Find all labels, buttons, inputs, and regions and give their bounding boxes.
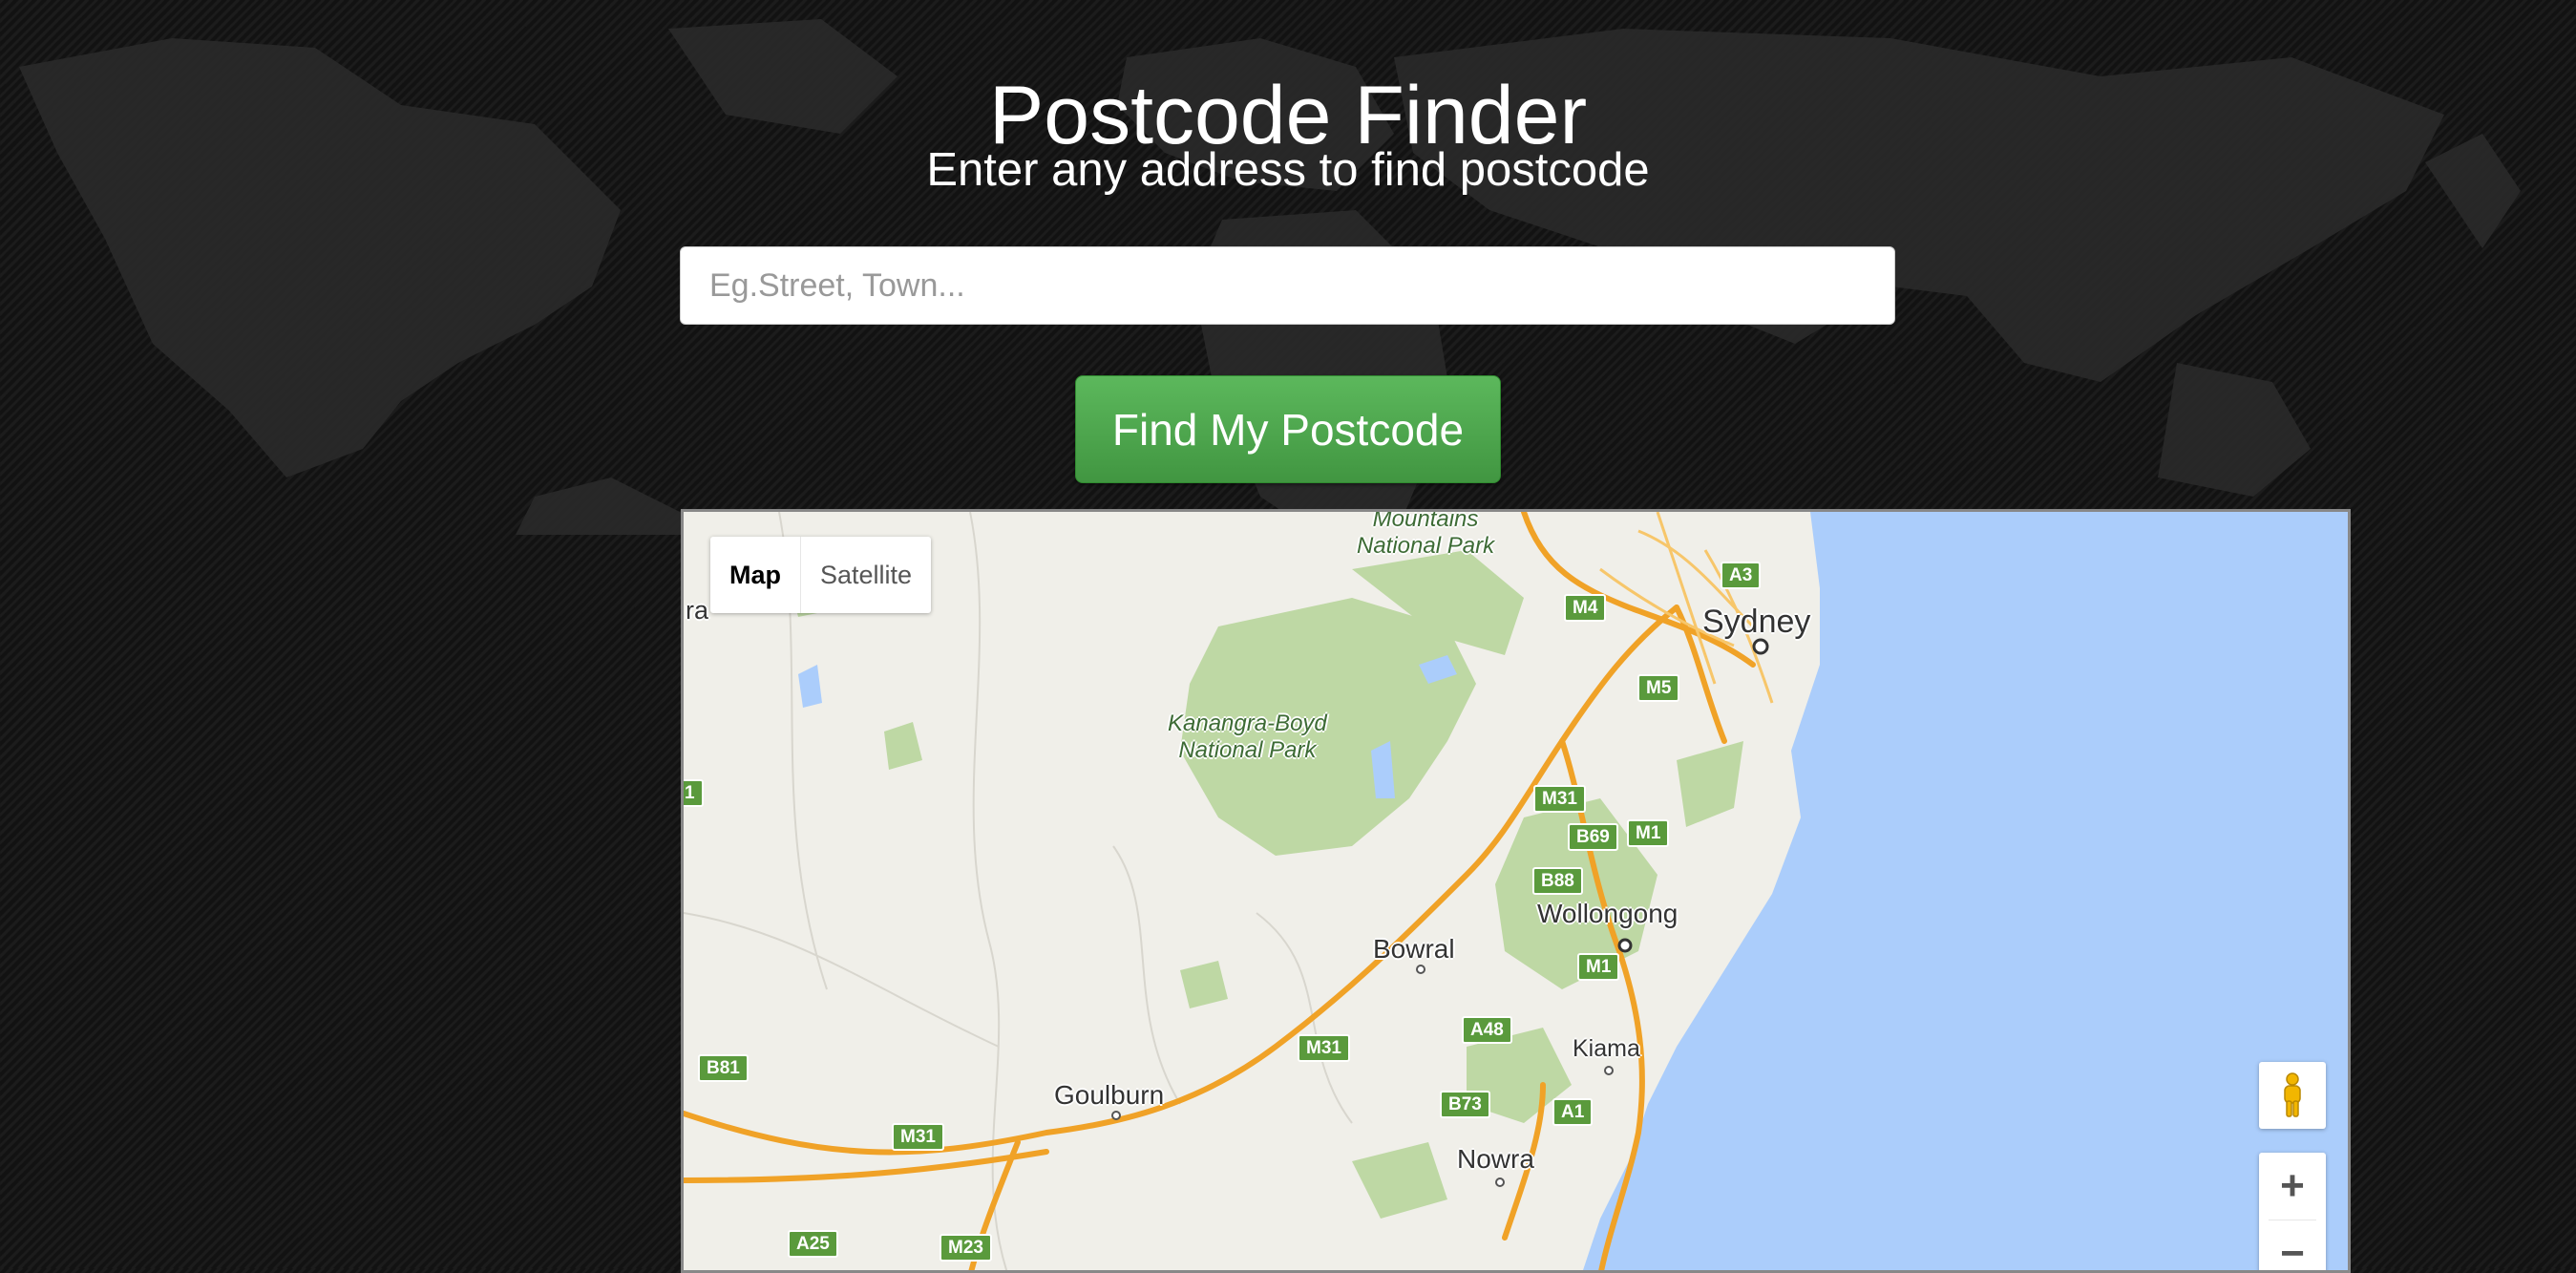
route-shield: M4 [1564,594,1607,622]
map-label-park: Kanangra-Boyd National Park [1168,711,1327,763]
route-shield: B88 [1532,867,1583,895]
route-shield: A3 [1721,562,1762,589]
map-label-city: Bowral [1373,934,1455,964]
route-shield: M1 [1577,953,1620,981]
address-search-input[interactable] [680,246,1895,325]
map-view[interactable]: Sydney Wollongong Bowral Kiama Goulburn … [681,509,2351,1273]
route-shield: B73 [1440,1091,1490,1118]
route-shield: A48 [1462,1016,1512,1044]
zoom-control: + − [2259,1153,2326,1273]
zoom-out-button[interactable]: − [2259,1220,2326,1273]
page-subtitle: Enter any address to find postcode [926,144,1650,196]
route-shield: B81 [698,1054,749,1082]
map-label-city: Kiama [1573,1035,1640,1062]
route-shield: M31 [1298,1034,1350,1062]
map-label-city: Sydney [1702,604,1811,640]
map-label-park: Mountains National Park [1357,509,1495,559]
route-shield: B69 [1568,823,1618,851]
street-view-pegman-button[interactable] [2259,1062,2326,1129]
map-type-map-button[interactable]: Map [710,537,801,613]
route-shield: A1 [1552,1098,1594,1126]
route-shield: A25 [788,1230,838,1258]
route-shield: M31 [1533,785,1586,813]
route-shield: M5 [1637,674,1680,702]
zoom-out-icon: − [2280,1230,2305,1273]
route-shield: M23 [940,1234,992,1262]
map-type-control: Map Satellite [710,537,932,613]
map-label-city: Nowra [1457,1144,1534,1174]
pegman-icon [2284,1072,2301,1117]
zoom-in-icon: + [2280,1162,2305,1209]
map-label-city: Wollongong [1537,899,1679,928]
zoom-in-button[interactable]: + [2259,1153,2326,1220]
route-shield-partial: 1 [684,779,704,807]
map-type-satellite-button[interactable]: Satellite [801,537,931,613]
map-label-city: Goulburn [1054,1080,1165,1110]
route-shield: M31 [892,1123,944,1151]
find-postcode-button[interactable]: Find My Postcode [1075,375,1501,483]
route-shield: M1 [1627,819,1670,847]
map-label-partial: ra [686,596,709,625]
